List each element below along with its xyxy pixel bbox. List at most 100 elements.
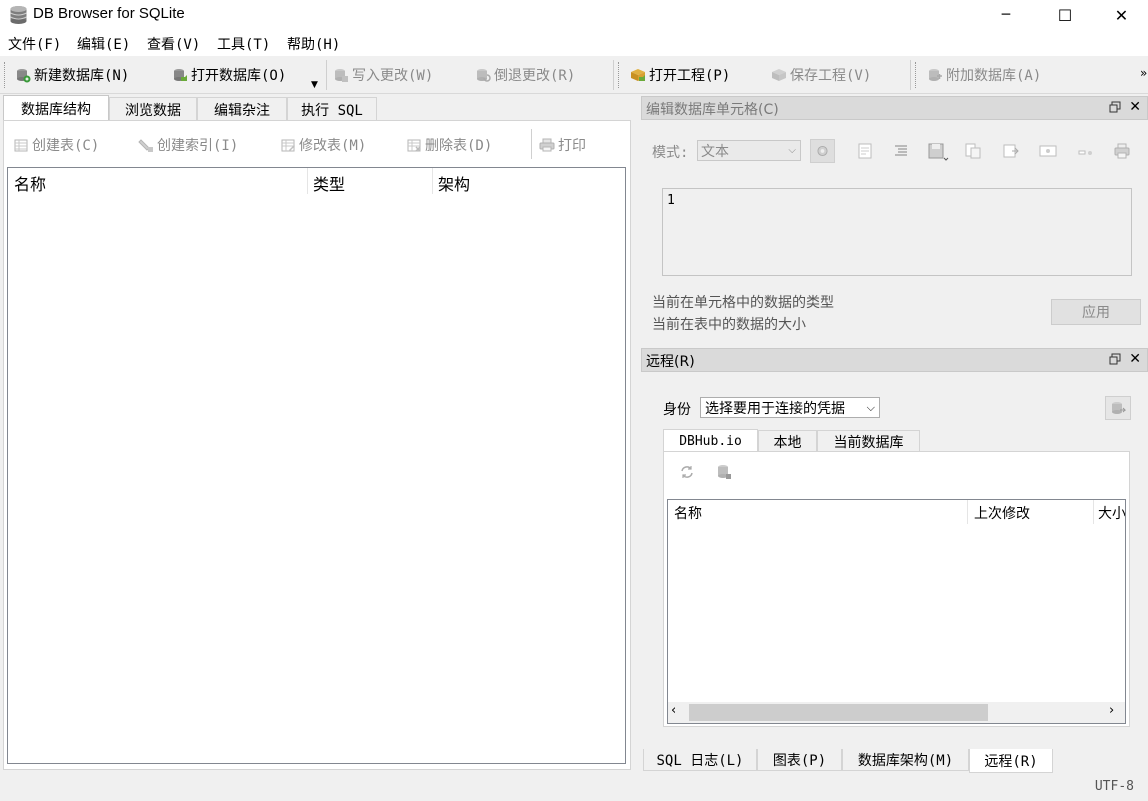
column-divider[interactable] — [307, 168, 308, 194]
tab-label: 当前数据库 — [833, 434, 904, 451]
menu-edit[interactable]: 编辑(E) — [77, 34, 130, 54]
identity-select[interactable]: 选择要用于连接的凭据 ⌵ — [700, 397, 880, 418]
scroll-left-icon[interactable]: ‹ — [671, 703, 676, 718]
attach-database-label: 附加数据库(A) — [946, 68, 1042, 84]
toolbar-grip[interactable] — [4, 62, 7, 88]
tab-execute-sql[interactable]: 执行 SQL — [287, 97, 377, 121]
create-table-button[interactable]: 创建表(C) — [13, 135, 99, 155]
clone-database-icon[interactable] — [715, 463, 733, 485]
new-database-label: 新建数据库(N) — [34, 68, 130, 84]
menu-tools[interactable]: 工具(T) — [217, 34, 270, 54]
remote-tab-current-db[interactable]: 当前数据库 — [817, 430, 920, 452]
print-label: 打印 — [558, 138, 586, 154]
close-dock-icon[interactable]: ✕ — [1129, 99, 1141, 115]
open-project-label: 打开工程(P) — [649, 68, 731, 84]
bottom-tab-plot[interactable]: 图表(P) — [757, 749, 842, 771]
menu-help[interactable]: 帮助(H) — [287, 34, 340, 54]
toolbar-separator — [910, 60, 911, 90]
bottom-tab-remote[interactable]: 远程(R) — [969, 749, 1053, 773]
attach-database-button[interactable]: 附加数据库(A) — [927, 65, 1041, 85]
minimize-button[interactable]: ─ — [977, 0, 1035, 30]
new-database-button[interactable]: 新建数据库(N) — [15, 65, 129, 85]
modify-table-label: 修改表(M) — [299, 138, 367, 154]
float-dock-icon[interactable] — [1109, 353, 1121, 365]
write-changes-label: 写入更改(W) — [352, 68, 434, 84]
toolbar-grip[interactable] — [618, 62, 621, 88]
column-divider[interactable] — [1093, 500, 1094, 524]
close-window-button[interactable]: ✕ — [1095, 0, 1148, 30]
column-divider[interactable] — [967, 500, 968, 524]
print-cell-icon[interactable] — [1113, 142, 1131, 160]
write-changes-icon — [333, 67, 349, 83]
open-in-viewer-icon[interactable] — [1039, 142, 1057, 160]
auto-format-icon[interactable] — [892, 142, 910, 160]
menu-view[interactable]: 查看(V) — [147, 34, 200, 54]
delete-table-icon — [406, 137, 422, 153]
cell-value-editor[interactable] — [662, 188, 1132, 276]
tab-edit-pragmas[interactable]: 编辑杂注 — [197, 97, 287, 121]
write-changes-button[interactable]: 写入更改(W) — [333, 65, 433, 85]
remote-dock-title: 远程(R) — [646, 354, 695, 370]
apply-button[interactable]: 应用 — [1051, 299, 1141, 325]
maximize-button[interactable]: ☐ — [1036, 0, 1094, 30]
remote-push-button[interactable] — [1105, 396, 1131, 420]
delete-table-button[interactable]: 删除表(D) — [406, 135, 492, 155]
column-header-type[interactable]: 类型 — [313, 171, 345, 195]
modify-table-button[interactable]: 修改表(M) — [280, 135, 366, 155]
revert-changes-button[interactable]: 倒退更改(R) — [475, 65, 575, 85]
open-project-button[interactable]: 打开工程(P) — [630, 65, 730, 85]
tab-database-structure[interactable]: 数据库结构 — [3, 95, 109, 121]
mode-label: 模式: — [652, 145, 689, 161]
remote-column-name[interactable]: 名称 — [674, 503, 702, 523]
scrollbar-thumb[interactable] — [689, 704, 988, 721]
import-icon[interactable] — [928, 142, 950, 161]
main-toolbar: 新建数据库(N) 打开数据库(O) ▼ 写入更改(W) 倒退更改(R) 打开工程… — [0, 56, 1148, 94]
mode-select-value: 文本 — [701, 143, 729, 160]
export-icon[interactable] — [964, 142, 982, 160]
close-dock-icon[interactable]: ✕ — [1129, 351, 1141, 367]
eraser-icon[interactable] — [1076, 142, 1094, 160]
save-project-icon — [771, 67, 787, 83]
float-dock-icon[interactable] — [1109, 101, 1121, 113]
bottom-tab-sql-log[interactable]: SQL 日志(L) — [643, 749, 757, 771]
tab-label: 编辑杂注 — [214, 102, 270, 119]
cell-size-info: 当前在表中的数据的大小 — [652, 317, 806, 333]
create-index-button[interactable]: 创建索引(I) — [138, 135, 238, 155]
schema-tree[interactable] — [7, 167, 626, 764]
push-database-icon — [1112, 402, 1126, 414]
word-wrap-icon[interactable] — [856, 142, 874, 160]
auto-switch-mode-button[interactable] — [810, 139, 835, 163]
remote-column-size[interactable]: 大小 — [1098, 503, 1125, 523]
menu-file[interactable]: 文件(F) — [8, 34, 61, 54]
revert-changes-icon — [475, 67, 491, 83]
scroll-right-icon[interactable]: › — [1109, 703, 1114, 718]
column-header-schema[interactable]: 架构 — [438, 171, 470, 195]
create-table-label: 创建表(C) — [32, 138, 100, 154]
remote-file-list[interactable] — [667, 499, 1126, 724]
open-database-icon — [172, 67, 188, 83]
save-project-button[interactable]: 保存工程(V) — [771, 65, 871, 85]
column-divider[interactable] — [432, 168, 433, 194]
title-bar: DB Browser for SQLite ─ ☐ ✕ — [0, 0, 1148, 30]
open-database-button[interactable]: 打开数据库(O) — [172, 65, 286, 85]
tab-label: 远程(R) — [984, 753, 1038, 770]
remote-tab-local[interactable]: 本地 — [758, 430, 817, 452]
toolbar-overflow-button[interactable]: » — [1140, 66, 1147, 80]
mode-select[interactable]: 文本 ⌵ — [697, 140, 801, 161]
set-null-icon[interactable] — [1002, 142, 1020, 160]
remote-column-last-modified[interactable]: 上次修改 — [974, 503, 1030, 523]
chevron-down-icon: ⌵ — [866, 400, 875, 414]
create-table-icon — [13, 137, 29, 153]
create-index-label: 创建索引(I) — [157, 138, 239, 154]
toolbar-grip[interactable] — [915, 62, 918, 88]
tab-browse-data[interactable]: 浏览数据 — [109, 97, 197, 121]
identity-select-value: 选择要用于连接的凭据 — [705, 400, 845, 417]
open-database-dropdown-icon[interactable]: ▼ — [311, 80, 318, 90]
refresh-icon[interactable] — [678, 463, 696, 485]
print-button[interactable]: 打印 — [539, 135, 586, 155]
bottom-tab-db-schema[interactable]: 数据库架构(M) — [842, 749, 969, 771]
remote-tab-dbhub[interactable]: DBHub.io — [663, 429, 758, 452]
column-header-name[interactable]: 名称 — [14, 171, 46, 195]
chevron-down-icon: ⌵ — [788, 145, 796, 156]
encoding-status: UTF-8 — [1094, 779, 1134, 794]
